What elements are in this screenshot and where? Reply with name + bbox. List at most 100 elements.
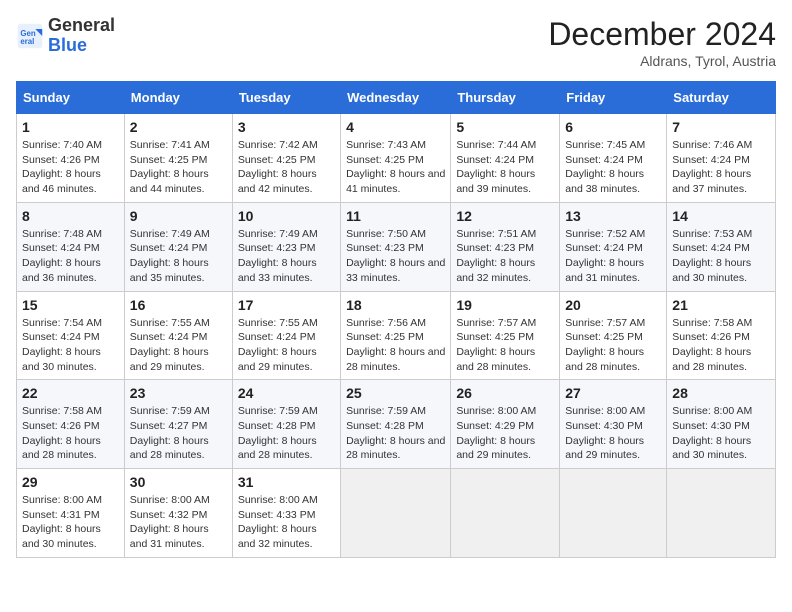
logo-blue: Blue: [48, 35, 87, 55]
day-info: Sunrise: 7:53 AM Sunset: 4:24 PM Dayligh…: [672, 227, 770, 286]
calendar-week-row: 8 Sunrise: 7:48 AM Sunset: 4:24 PM Dayli…: [17, 202, 776, 291]
calendar-cell: 6 Sunrise: 7:45 AM Sunset: 4:24 PM Dayli…: [560, 114, 667, 203]
day-number: 8: [22, 208, 119, 224]
day-number: 17: [238, 297, 335, 313]
day-info: Sunrise: 7:49 AM Sunset: 4:24 PM Dayligh…: [130, 227, 227, 286]
day-info: Sunrise: 7:59 AM Sunset: 4:27 PM Dayligh…: [130, 404, 227, 463]
day-info: Sunrise: 7:46 AM Sunset: 4:24 PM Dayligh…: [672, 138, 770, 197]
day-info: Sunrise: 7:58 AM Sunset: 4:26 PM Dayligh…: [22, 404, 119, 463]
calendar-week-row: 22 Sunrise: 7:58 AM Sunset: 4:26 PM Dayl…: [17, 380, 776, 469]
day-info: Sunrise: 7:41 AM Sunset: 4:25 PM Dayligh…: [130, 138, 227, 197]
calendar-cell: 1 Sunrise: 7:40 AM Sunset: 4:26 PM Dayli…: [17, 114, 125, 203]
logo: Gen eral General Blue: [16, 16, 115, 56]
day-info: Sunrise: 7:58 AM Sunset: 4:26 PM Dayligh…: [672, 316, 770, 375]
day-info: Sunrise: 7:55 AM Sunset: 4:24 PM Dayligh…: [130, 316, 227, 375]
calendar-cell: 10 Sunrise: 7:49 AM Sunset: 4:23 PM Dayl…: [232, 202, 340, 291]
day-number: 4: [346, 119, 445, 135]
day-info: Sunrise: 7:55 AM Sunset: 4:24 PM Dayligh…: [238, 316, 335, 375]
calendar-cell: 23 Sunrise: 7:59 AM Sunset: 4:27 PM Dayl…: [124, 380, 232, 469]
day-info: Sunrise: 8:00 AM Sunset: 4:31 PM Dayligh…: [22, 493, 119, 552]
day-info: Sunrise: 7:44 AM Sunset: 4:24 PM Dayligh…: [456, 138, 554, 197]
day-of-week-header: Wednesday: [341, 82, 451, 114]
calendar-cell: 27 Sunrise: 8:00 AM Sunset: 4:30 PM Dayl…: [560, 380, 667, 469]
calendar-cell: 21 Sunrise: 7:58 AM Sunset: 4:26 PM Dayl…: [667, 291, 776, 380]
calendar-cell: 14 Sunrise: 7:53 AM Sunset: 4:24 PM Dayl…: [667, 202, 776, 291]
calendar-cell: [341, 469, 451, 558]
calendar-week-row: 29 Sunrise: 8:00 AM Sunset: 4:31 PM Dayl…: [17, 469, 776, 558]
day-number: 29: [22, 474, 119, 490]
calendar-cell: 8 Sunrise: 7:48 AM Sunset: 4:24 PM Dayli…: [17, 202, 125, 291]
calendar-cell: [560, 469, 667, 558]
day-number: 26: [456, 385, 554, 401]
calendar-cell: 28 Sunrise: 8:00 AM Sunset: 4:30 PM Dayl…: [667, 380, 776, 469]
day-info: Sunrise: 7:48 AM Sunset: 4:24 PM Dayligh…: [22, 227, 119, 286]
day-of-week-header: Tuesday: [232, 82, 340, 114]
day-info: Sunrise: 7:54 AM Sunset: 4:24 PM Dayligh…: [22, 316, 119, 375]
day-number: 14: [672, 208, 770, 224]
day-number: 15: [22, 297, 119, 313]
day-of-week-header: Sunday: [17, 82, 125, 114]
calendar-cell: 15 Sunrise: 7:54 AM Sunset: 4:24 PM Dayl…: [17, 291, 125, 380]
day-number: 31: [238, 474, 335, 490]
calendar-cell: [451, 469, 560, 558]
day-of-week-header: Friday: [560, 82, 667, 114]
day-number: 2: [130, 119, 227, 135]
day-number: 28: [672, 385, 770, 401]
day-info: Sunrise: 7:43 AM Sunset: 4:25 PM Dayligh…: [346, 138, 445, 197]
day-info: Sunrise: 7:51 AM Sunset: 4:23 PM Dayligh…: [456, 227, 554, 286]
calendar-cell: 16 Sunrise: 7:55 AM Sunset: 4:24 PM Dayl…: [124, 291, 232, 380]
day-number: 20: [565, 297, 661, 313]
day-number: 12: [456, 208, 554, 224]
logo-text: General Blue: [48, 16, 115, 56]
day-info: Sunrise: 7:40 AM Sunset: 4:26 PM Dayligh…: [22, 138, 119, 197]
calendar-cell: [667, 469, 776, 558]
day-number: 7: [672, 119, 770, 135]
day-number: 1: [22, 119, 119, 135]
day-info: Sunrise: 8:00 AM Sunset: 4:30 PM Dayligh…: [672, 404, 770, 463]
calendar-cell: 25 Sunrise: 7:59 AM Sunset: 4:28 PM Dayl…: [341, 380, 451, 469]
calendar-cell: 5 Sunrise: 7:44 AM Sunset: 4:24 PM Dayli…: [451, 114, 560, 203]
day-info: Sunrise: 8:00 AM Sunset: 4:32 PM Dayligh…: [130, 493, 227, 552]
calendar-cell: 12 Sunrise: 7:51 AM Sunset: 4:23 PM Dayl…: [451, 202, 560, 291]
day-number: 25: [346, 385, 445, 401]
calendar-cell: 4 Sunrise: 7:43 AM Sunset: 4:25 PM Dayli…: [341, 114, 451, 203]
day-of-week-header: Monday: [124, 82, 232, 114]
day-number: 30: [130, 474, 227, 490]
calendar-cell: 29 Sunrise: 8:00 AM Sunset: 4:31 PM Dayl…: [17, 469, 125, 558]
day-info: Sunrise: 7:45 AM Sunset: 4:24 PM Dayligh…: [565, 138, 661, 197]
day-number: 3: [238, 119, 335, 135]
day-of-week-header: Saturday: [667, 82, 776, 114]
day-info: Sunrise: 7:57 AM Sunset: 4:25 PM Dayligh…: [456, 316, 554, 375]
calendar-cell: 17 Sunrise: 7:55 AM Sunset: 4:24 PM Dayl…: [232, 291, 340, 380]
day-number: 24: [238, 385, 335, 401]
day-info: Sunrise: 8:00 AM Sunset: 4:33 PM Dayligh…: [238, 493, 335, 552]
logo-general: General: [48, 15, 115, 35]
day-number: 27: [565, 385, 661, 401]
day-number: 22: [22, 385, 119, 401]
calendar-cell: 13 Sunrise: 7:52 AM Sunset: 4:24 PM Dayl…: [560, 202, 667, 291]
calendar-cell: 30 Sunrise: 8:00 AM Sunset: 4:32 PM Dayl…: [124, 469, 232, 558]
calendar-cell: 20 Sunrise: 7:57 AM Sunset: 4:25 PM Dayl…: [560, 291, 667, 380]
day-number: 13: [565, 208, 661, 224]
calendar-table: SundayMondayTuesdayWednesdayThursdayFrid…: [16, 81, 776, 558]
calendar-cell: 2 Sunrise: 7:41 AM Sunset: 4:25 PM Dayli…: [124, 114, 232, 203]
calendar-week-row: 1 Sunrise: 7:40 AM Sunset: 4:26 PM Dayli…: [17, 114, 776, 203]
day-number: 9: [130, 208, 227, 224]
day-number: 11: [346, 208, 445, 224]
calendar-week-row: 15 Sunrise: 7:54 AM Sunset: 4:24 PM Dayl…: [17, 291, 776, 380]
day-info: Sunrise: 7:57 AM Sunset: 4:25 PM Dayligh…: [565, 316, 661, 375]
location: Aldrans, Tyrol, Austria: [548, 53, 776, 69]
day-info: Sunrise: 7:59 AM Sunset: 4:28 PM Dayligh…: [238, 404, 335, 463]
day-number: 18: [346, 297, 445, 313]
calendar-cell: 24 Sunrise: 7:59 AM Sunset: 4:28 PM Dayl…: [232, 380, 340, 469]
day-info: Sunrise: 8:00 AM Sunset: 4:30 PM Dayligh…: [565, 404, 661, 463]
day-info: Sunrise: 7:49 AM Sunset: 4:23 PM Dayligh…: [238, 227, 335, 286]
day-of-week-header: Thursday: [451, 82, 560, 114]
day-number: 16: [130, 297, 227, 313]
day-info: Sunrise: 7:56 AM Sunset: 4:25 PM Dayligh…: [346, 316, 445, 375]
day-info: Sunrise: 7:59 AM Sunset: 4:28 PM Dayligh…: [346, 404, 445, 463]
calendar-cell: 11 Sunrise: 7:50 AM Sunset: 4:23 PM Dayl…: [341, 202, 451, 291]
month-title: December 2024: [548, 16, 776, 53]
calendar-cell: 9 Sunrise: 7:49 AM Sunset: 4:24 PM Dayli…: [124, 202, 232, 291]
day-info: Sunrise: 7:52 AM Sunset: 4:24 PM Dayligh…: [565, 227, 661, 286]
